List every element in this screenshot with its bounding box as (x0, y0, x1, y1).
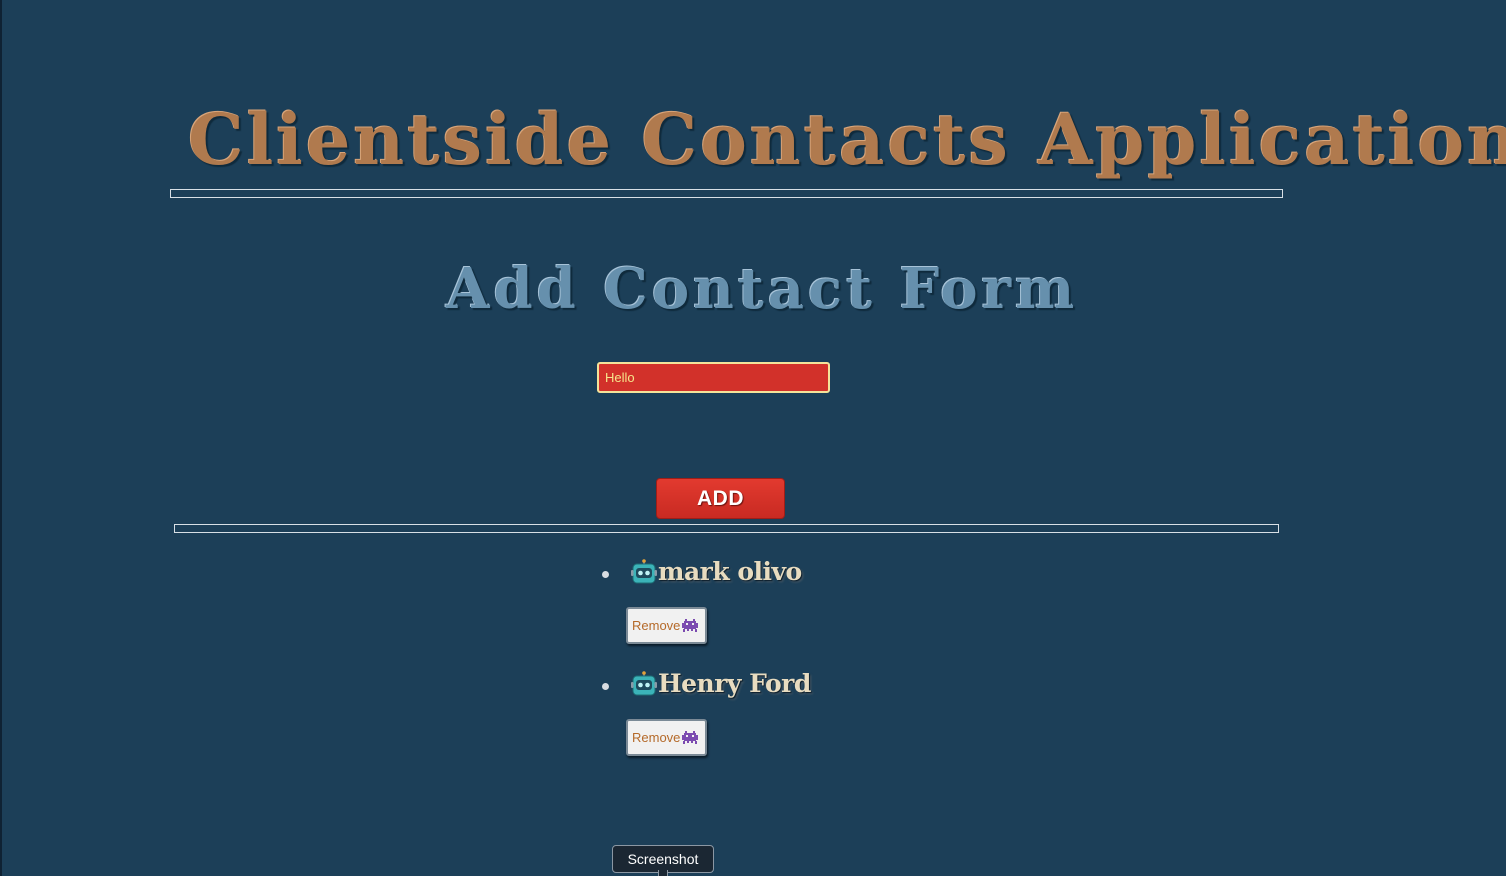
remove-label: Remove (632, 730, 681, 745)
alien-monster-icon (681, 730, 699, 746)
screenshot-tooltip: Screenshot (612, 845, 714, 873)
bullet-icon (602, 571, 609, 578)
robot-icon (631, 558, 657, 585)
contact-name: mark olivo (658, 557, 802, 586)
contact-list: mark olivo Remove Henry Ford Remove (598, 553, 998, 777)
remove-label: Remove (632, 618, 681, 633)
form-title: Add Contact Form (446, 256, 1079, 322)
remove-contact-button[interactable]: Remove (626, 607, 707, 644)
app-page: Clientside Contacts Application Add Cont… (0, 0, 1506, 876)
add-contact-button[interactable]: ADD (656, 478, 785, 519)
contact-name-row: Henry Ford (631, 669, 811, 698)
contact-name: Henry Ford (658, 669, 811, 698)
robot-icon (631, 670, 657, 697)
tooltip-pointer (658, 870, 668, 876)
alien-monster-icon (681, 618, 699, 634)
bullet-icon (602, 683, 609, 690)
top-divider (170, 189, 1283, 198)
contact-name-row: mark olivo (631, 557, 802, 586)
contact-name-input[interactable] (597, 362, 830, 393)
form-divider (174, 524, 1279, 533)
remove-contact-button[interactable]: Remove (626, 719, 707, 756)
app-title: Clientside Contacts Application (188, 98, 1506, 181)
list-item: mark olivo Remove (598, 553, 998, 665)
list-item: Henry Ford Remove (598, 665, 998, 777)
